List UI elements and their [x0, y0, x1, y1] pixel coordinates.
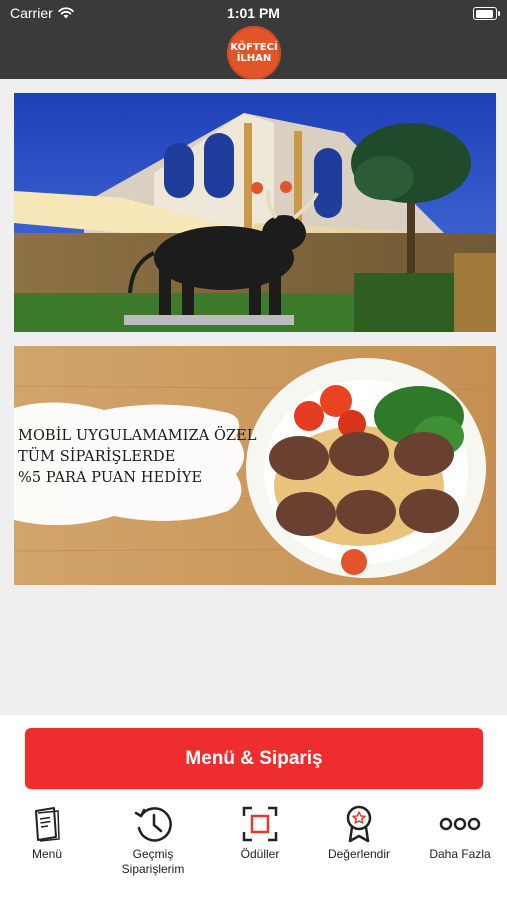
- menu-order-button[interactable]: Menü & Sipariş: [25, 728, 483, 789]
- tab-rate[interactable]: Değerlendir: [312, 801, 406, 862]
- tab-more[interactable]: Daha Fazla: [413, 801, 507, 862]
- battery-level: [475, 9, 493, 18]
- tab-menu[interactable]: Menü: [0, 801, 94, 862]
- menu-book-icon: [35, 807, 60, 842]
- promo-line-1: MOBİL UYGULAMAMIZA ÖZEL: [18, 428, 257, 444]
- tab-rewards-label: Ödüller: [240, 847, 280, 861]
- brand-logo[interactable]: KÖFTECİ İLHAN: [227, 26, 281, 80]
- tab-more-label: Daha Fazla: [429, 847, 491, 861]
- promo-banner[interactable]: MOBİL UYGULAMAMIZA ÖZEL TÜM SİPARİŞLERDE…: [14, 346, 496, 585]
- tab-rate-label: Değerlendir: [327, 847, 391, 861]
- promo-line-2: TÜM SİPARİŞLERDE: [18, 449, 176, 465]
- bottom-panel: Menü & Sipariş Menü Geçmiş Siparişlerim …: [0, 715, 507, 900]
- tab-order-history[interactable]: Geçmiş Siparişlerim: [106, 801, 200, 877]
- promo-line-3: %5 PARA PUAN HEDİYE: [18, 470, 203, 486]
- status-bar: Carrier 1:01 PM: [0, 0, 507, 26]
- restaurant-photo-banner[interactable]: [14, 93, 496, 332]
- rating-badge-icon: [346, 805, 372, 843]
- status-time: 1:01 PM: [227, 5, 280, 21]
- brand-logo-line1: KÖFTECİ: [230, 42, 278, 53]
- main-content: MOBİL UYGULAMAMIZA ÖZEL TÜM SİPARİŞLERDE…: [0, 79, 507, 715]
- tab-bar: Menü Geçmiş Siparişlerim Ödüller Değerle…: [0, 801, 507, 900]
- restaurant-photo: [14, 93, 496, 332]
- tab-menu-label: Menü: [31, 847, 63, 861]
- more-dots-icon: [439, 817, 481, 831]
- brand-logo-line2: İLHAN: [236, 53, 272, 64]
- history-clock-icon: [134, 807, 172, 842]
- battery-icon: [473, 7, 500, 20]
- rewards-icon: [242, 806, 278, 842]
- promo-text: MOBİL UYGULAMAMIZA ÖZEL TÜM SİPARİŞLERDE…: [18, 426, 257, 489]
- tab-order-history-label: Geçmiş Siparişlerim: [121, 847, 185, 876]
- tab-rewards[interactable]: Ödüller: [213, 801, 307, 862]
- nav-bar: KÖFTECİ İLHAN: [0, 26, 507, 80]
